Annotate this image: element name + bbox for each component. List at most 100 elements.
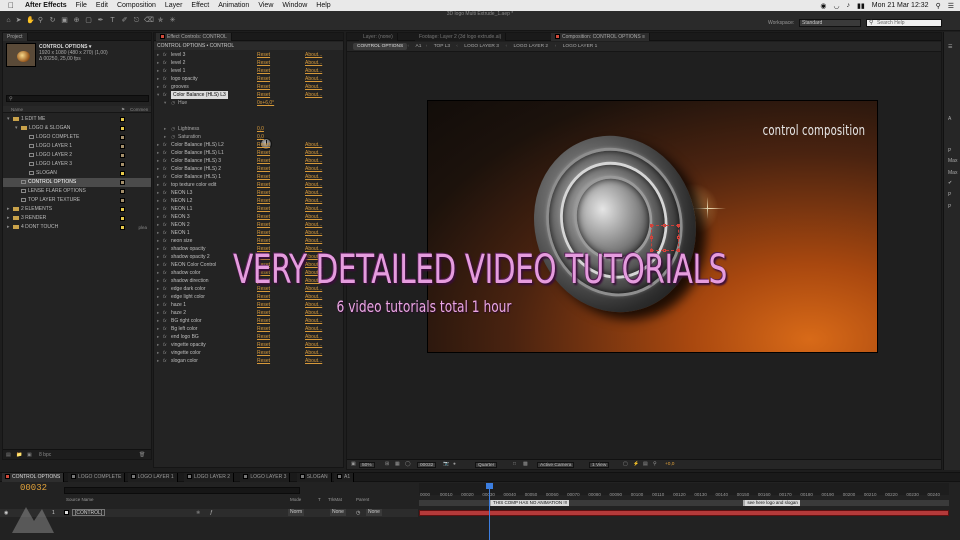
safe-zones-icon[interactable]: ⊞ [385,462,389,467]
interpret-footage-icon[interactable]: ▤ [6,452,11,458]
effect-property-row[interactable]: ▸ ◷ Lightness 0,0 [154,125,343,133]
snapshot-icon[interactable]: 📷 [443,462,449,467]
twirl-icon[interactable]: ▸ [157,317,159,325]
fast-previews-icon[interactable]: ⚡ [633,462,639,467]
effect-about-link[interactable]: About... [305,237,322,245]
menu-view[interactable]: View [258,2,273,9]
fx-switch-icon[interactable]: ƒ [210,509,213,517]
trash-icon[interactable]: 🗑 [139,452,145,458]
right-strip-item-7[interactable]: P [948,204,951,210]
label-swatch[interactable] [120,162,125,167]
brush-tool-icon[interactable]: ✐ [120,17,129,25]
label-swatch[interactable] [120,144,125,149]
label-column-icon[interactable]: ⚑ [121,107,125,113]
camera-view-select[interactable]: Active Camera [537,462,575,468]
project-row[interactable]: ▾ 1 EDIT ME [3,115,151,124]
effect-about-link[interactable]: About... [305,67,322,75]
project-search-input[interactable]: ⚲ [6,95,149,102]
effect-property-value[interactable]: 0x+6,0° [257,99,274,107]
timeline-layer-row[interactable]: ◉ 1 [CONTROL] ⚛ ƒ Norm None ◷ None [0,509,418,517]
battery-icon[interactable]: ▮▮ [857,2,865,10]
label-swatch[interactable] [120,126,125,131]
tab-footage[interactable]: Footage: Layer 2 (3d logo extrude.ai) [415,33,507,41]
effect-about-link[interactable]: About... [305,189,322,197]
twirl-icon[interactable]: ▸ [157,51,159,59]
timeline-current-time[interactable]: 00032 [20,483,47,493]
label-swatch[interactable] [120,216,125,221]
effect-about-link[interactable]: About... [305,51,322,59]
twirl-icon[interactable]: ▸ [157,333,159,341]
project-row[interactable]: CONTROL OPTIONS [3,178,151,187]
layer-name[interactable]: [CONTROL] [72,509,106,516]
effect-property-value[interactable]: 0,0 [257,133,264,141]
mask-tool-icon[interactable]: ▢ [84,17,93,25]
project-row[interactable]: ▸ 2 ELEMENTS [3,205,151,214]
status-record-icon[interactable]: ◉ [820,2,826,10]
pen-tool-icon[interactable]: ✒ [96,17,105,25]
selection-tool-icon[interactable]: ➤ [14,17,23,25]
twirl-icon[interactable]: ▸ [164,125,166,133]
tab-close-icon[interactable] [130,474,136,480]
tab-project[interactable]: Project [3,33,28,41]
effect-row[interactable]: ▸ fx level 2 Reset About... [154,59,343,67]
twirl-icon[interactable]: ▾ [157,91,159,99]
effect-reset-link[interactable]: Reset [257,157,270,165]
effect-row[interactable]: ▸ fx NEON 3 Reset About... [154,213,343,221]
effect-reset-link[interactable]: Reset [257,213,270,221]
camera-tool-icon[interactable]: ▣ [60,17,69,25]
effect-row[interactable]: ▸ fx Color Balance (HLS) 2 Reset About... [154,165,343,173]
effect-reset-link[interactable]: Reset [257,325,270,333]
effect-reset-link[interactable]: Reset [257,237,270,245]
stopwatch-icon[interactable]: ◷ [171,99,175,107]
twirl-icon[interactable]: ▸ [157,149,159,157]
project-row[interactable]: ▸ 4 DONT TOUCH plea [3,223,151,232]
menu-app-name[interactable]: After Effects [25,2,67,9]
effect-reset-link[interactable]: Reset [257,165,270,173]
menu-layer[interactable]: Layer [165,2,183,9]
twirl-icon[interactable]: ▸ [157,357,159,365]
view-layout-select[interactable]: 1 View [589,462,610,468]
project-row[interactable]: LOGO COMPLETE [3,133,151,142]
effect-reset-link[interactable]: Reset [257,341,270,349]
effect-reset-link[interactable]: Reset [257,149,270,157]
column-source-name[interactable]: Source Name [66,497,94,502]
effect-reset-link[interactable]: Reset [257,357,270,365]
project-row[interactable]: LOGO LAYER 3 [3,160,151,169]
twirl-icon[interactable]: ▸ [157,197,159,205]
fx-toggle-icon[interactable]: fx [163,59,167,67]
puppet-tool-icon[interactable]: ✳ [168,17,177,25]
label-swatch[interactable] [120,180,125,185]
right-strip-item-1[interactable]: A [948,116,951,122]
effect-about-link[interactable]: About... [305,141,322,149]
label-swatch[interactable] [120,225,125,230]
fx-toggle-icon[interactable]: fx [163,157,167,165]
twirl-icon[interactable]: ▸ [157,349,159,357]
stopwatch-icon[interactable]: ◷ [171,133,175,141]
effect-about-link[interactable]: About... [305,325,322,333]
project-row[interactable]: SLOGAN [3,169,151,178]
twirl-icon[interactable]: ▸ [164,133,166,141]
timeline-tab[interactable]: LOGO LAYER 1 [127,473,178,482]
show-channel-icon[interactable]: ● [453,462,456,467]
effect-about-link[interactable]: About... [305,149,322,157]
effect-row[interactable]: ▸ fx slogan color Reset About... [154,357,343,365]
fx-toggle-icon[interactable]: fx [163,197,167,205]
fx-toggle-icon[interactable]: fx [163,181,167,189]
right-strip-item-6[interactable]: P [948,192,951,198]
tab-close-icon[interactable] [5,474,10,480]
effect-reset-link[interactable]: Reset [257,67,270,75]
fx-toggle-icon[interactable]: fx [163,149,167,157]
twirl-icon[interactable]: ▸ [157,341,159,349]
spotlight-search-icon[interactable]: ⚲ [936,2,941,10]
fx-toggle-icon[interactable]: fx [163,165,167,173]
twirl-icon[interactable]: ▾ [164,99,166,107]
effect-row[interactable]: ▸ fx NEON L3 Reset About... [154,189,343,197]
current-time-field[interactable]: 00032 [417,462,437,468]
effect-row[interactable]: ▸ fx Color Balance (HLS) 1 Reset About... [154,173,343,181]
column-mode[interactable]: Mode [290,497,301,502]
effect-about-link[interactable]: About... [305,333,322,341]
effect-row[interactable]: ▸ fx top texture color edit Reset About... [154,181,343,189]
fx-toggle-icon[interactable]: fx [163,325,167,333]
zoom-select[interactable]: 50% [359,462,375,468]
effect-about-link[interactable]: About... [305,317,322,325]
